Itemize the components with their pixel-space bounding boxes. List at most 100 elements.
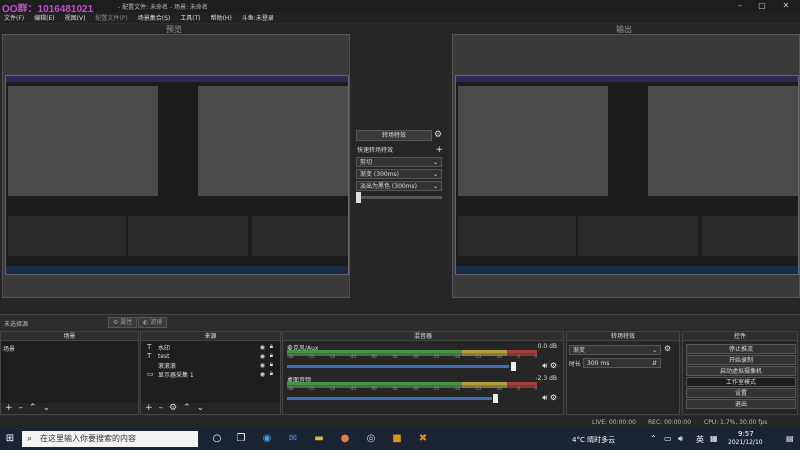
meter-tick-label: -30 <box>411 386 419 391</box>
search-icon: ⌕ <box>27 434 33 444</box>
quick-transition-fade-to-black[interactable]: 淡出为黑色 (300ms) ⌄ <box>356 181 442 191</box>
app-icon[interactable]: ● <box>338 432 352 446</box>
cortana-icon[interactable]: ○ <box>210 432 224 446</box>
meter-tick-label: -20 <box>453 386 461 391</box>
filters-button[interactable]: ◐ 滤镜 <box>138 317 168 328</box>
close-button[interactable]: ✕ <box>776 0 796 12</box>
meter-tick-label: -5 <box>516 354 521 359</box>
clock-date[interactable]: 2021/12/10 <box>728 439 763 446</box>
quick-transition-fade[interactable]: 渐变 (300ms) ⌄ <box>356 169 442 179</box>
menu-profile[interactable]: 配置文件(P) <box>95 13 127 22</box>
menu-help[interactable]: 帮助(H) <box>211 13 232 22</box>
gear-icon[interactable]: ⚙ <box>434 130 442 140</box>
program-nested-screen <box>455 75 799 275</box>
program-canvas <box>452 34 800 298</box>
volume-slider-handle[interactable] <box>511 362 516 371</box>
settings-button[interactable]: 设置 <box>686 388 796 398</box>
mail-icon[interactable]: ✉ <box>286 432 300 446</box>
preview-canvas[interactable] <box>2 34 350 298</box>
speaker-icon[interactable]: 🔊︎ <box>542 361 547 370</box>
minimize-button[interactable]: – <box>730 0 750 12</box>
gear-icon[interactable]: ⚙ <box>550 361 557 370</box>
chevron-down-icon: ⌄ <box>432 159 438 166</box>
quick-transition-cut[interactable]: 剪切 ⌄ <box>356 157 442 167</box>
add-icon[interactable]: + <box>5 403 13 413</box>
volume-slider-fill[interactable] <box>287 365 509 368</box>
eye-icon[interactable]: ◉ <box>260 362 265 369</box>
remove-icon[interactable]: – <box>19 403 24 413</box>
volume-slider-handle[interactable] <box>493 394 498 403</box>
stop-streaming-button[interactable]: 停止推流 <box>686 344 796 354</box>
lock-icon[interactable]: 🔒︎ <box>270 352 273 360</box>
weather-text[interactable]: 4°C 晴时多云 <box>572 435 615 445</box>
clock-time[interactable]: 9:57 <box>738 430 754 438</box>
t-bar-track[interactable] <box>356 196 442 199</box>
exit-button[interactable]: 退出 <box>686 399 796 409</box>
app-icon[interactable]: ■ <box>390 432 404 446</box>
start-virtual-camera-button[interactable]: 启动虚拟摄像机 <box>686 366 796 376</box>
plus-icon[interactable]: + <box>435 145 443 155</box>
menu-file[interactable]: 文件(F) <box>4 13 24 22</box>
file-explorer-icon[interactable]: ▬ <box>312 432 326 446</box>
menu-edit[interactable]: 编辑(E) <box>34 13 54 22</box>
start-recording-button[interactable]: 开始录制 <box>686 355 796 365</box>
meter-tick-label: -25 <box>432 386 440 391</box>
gear-icon[interactable]: ⚙ <box>169 403 177 413</box>
add-icon[interactable]: + <box>145 403 153 413</box>
maximize-button[interactable]: ▢ <box>752 0 772 12</box>
lock-icon[interactable]: 🔒︎ <box>270 370 273 378</box>
meter-scale: -60 -55 -50 -45 -40 -35 -30 -25 -20 -15 -10 -5 0 <box>287 354 537 360</box>
arrow-up-icon[interactable]: ⌃ <box>183 403 191 413</box>
controls-header: 控件 <box>683 332 797 341</box>
eye-icon[interactable]: ◉ <box>260 353 265 360</box>
meter-tick-label: -30 <box>411 354 419 359</box>
menu-douyu-login[interactable]: 斗鱼:未登录 <box>242 13 274 22</box>
sources-header: 来源 <box>141 332 280 341</box>
arrow-up-icon[interactable]: ⌃ <box>29 403 37 413</box>
monitor-icon: ▭ <box>147 370 154 378</box>
eye-icon[interactable]: ◉ <box>260 371 265 378</box>
network-icon[interactable]: ▭ <box>664 434 672 443</box>
volume-icon[interactable]: 🔊︎ <box>678 434 683 444</box>
eye-icon[interactable]: ◉ <box>260 344 265 351</box>
source-item[interactable]: 滚滚滚 ◉ 🔒︎ <box>147 361 275 370</box>
meter-tick-label: -55 <box>307 386 315 391</box>
mixer-channel-mic: 麦克风/Aux 0.0 dB -60 -55 -50 -45 -40 -35 -30 -25-… <box>287 343 557 371</box>
app-tray-icon[interactable]: ▦ <box>710 434 718 443</box>
sources-dock: 来源 T 水印 ◉ 🔒︎ Ttest ◉ 🔒︎ 滚滚滚 ◉ 🔒︎ ▭ 显示器采集 1 ◉ 🔒… <box>140 331 281 415</box>
tray-chevron-up-icon[interactable]: ⌃ <box>650 434 657 443</box>
arrow-down-icon[interactable]: ⌄ <box>43 403 51 413</box>
properties-button[interactable]: ⚙ 属性 <box>108 317 138 328</box>
menu-tools[interactable]: 工具(T) <box>180 13 200 22</box>
app-icon[interactable]: ✖ <box>416 432 430 446</box>
source-item[interactable]: ▭ 显示器采集 1 ◉ 🔒︎ <box>147 370 275 379</box>
source-item[interactable]: Ttest ◉ 🔒︎ <box>147 352 275 360</box>
menu-scene-collection[interactable]: 场景集合(S) <box>138 13 171 22</box>
taskbar-search[interactable]: ⌕ 在这里输入你要搜索的内容 <box>22 431 198 447</box>
duration-input[interactable]: 300 ms ⇵ <box>583 358 661 368</box>
remove-icon[interactable]: – <box>159 403 164 413</box>
edge-browser-icon[interactable]: ◉ <box>260 432 274 446</box>
speaker-icon[interactable]: 🔊︎ <box>542 393 547 402</box>
ime-indicator[interactable]: 英 <box>696 434 704 445</box>
menu-view[interactable]: 视图(V) <box>65 13 86 22</box>
studio-mode-button[interactable]: 工作室模式 <box>686 377 796 387</box>
windows-start-icon[interactable]: ⊞ <box>3 432 17 446</box>
volume-slider-fill[interactable] <box>287 397 492 400</box>
t-bar-handle[interactable] <box>356 192 361 203</box>
obs-icon[interactable]: ◎ <box>364 432 378 446</box>
scenes-dock: 场景 场景 + – ⌃ ⌄ <box>0 331 139 415</box>
task-view-icon[interactable]: ❐ <box>234 432 248 446</box>
lock-icon[interactable]: 🔒︎ <box>270 361 273 369</box>
gear-icon[interactable]: ⚙ <box>550 393 557 402</box>
source-toolbar: 未选择源 ⚙ 属性 ◐ 滤镜 <box>0 314 800 329</box>
scenes-header: 场景 <box>1 332 138 341</box>
scene-item[interactable]: 场景 <box>3 344 131 353</box>
transition-button[interactable]: 转场特效 <box>356 130 432 141</box>
arrow-down-icon[interactable]: ⌄ <box>197 403 205 413</box>
notification-icon[interactable]: ▤ <box>786 434 794 443</box>
lock-icon[interactable]: 🔒︎ <box>270 343 273 351</box>
transition-select[interactable]: 渐变 ⌄ <box>569 345 661 355</box>
gear-icon[interactable]: ⚙ <box>664 344 671 353</box>
source-item[interactable]: T 水印 ◉ 🔒︎ <box>147 343 275 352</box>
